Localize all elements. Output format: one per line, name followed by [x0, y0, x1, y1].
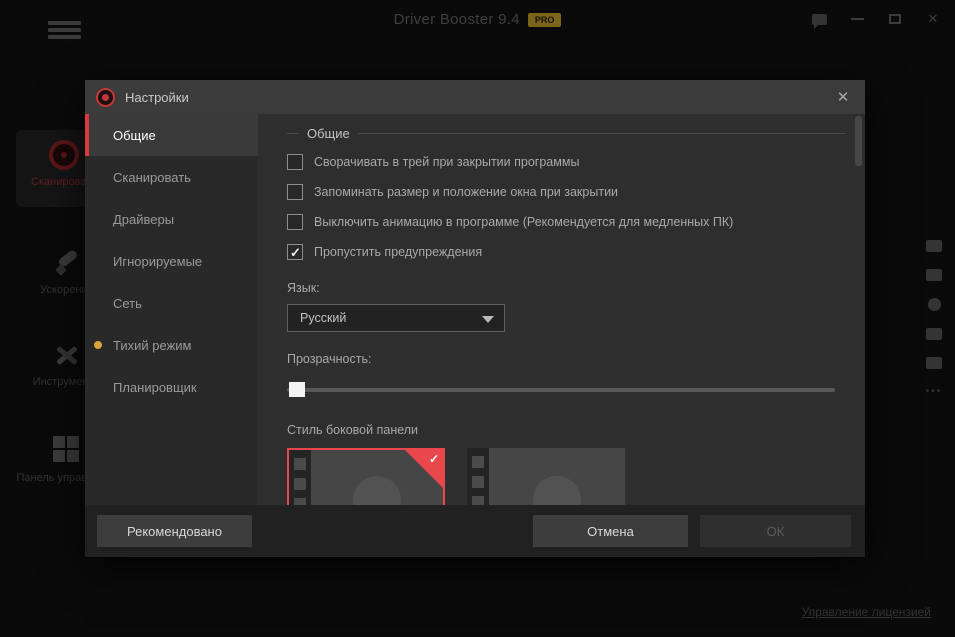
language-label: Язык:: [287, 281, 845, 295]
checkbox-box[interactable]: [287, 154, 303, 170]
ok-button[interactable]: ОК: [700, 515, 851, 547]
dialog-close-icon[interactable]: ✕: [831, 86, 855, 108]
section-header-general: Общие: [287, 126, 845, 141]
style-preview-main: [489, 448, 625, 505]
language-selected-value: Русский: [300, 311, 346, 325]
maximize-button[interactable]: [883, 8, 907, 30]
settings-content: Общие Сворачивать в трей при закрытии пр…: [258, 114, 865, 505]
checkbox-remember-window[interactable]: Запоминать размер и положение окна при з…: [287, 183, 845, 201]
tab-scheduler[interactable]: Планировщик: [85, 366, 258, 408]
panel-icon-1[interactable]: [926, 269, 942, 281]
checkbox-box[interactable]: [287, 214, 303, 230]
sidebar-style-option-2[interactable]: [467, 448, 625, 505]
settings-tab-list: Общие Сканировать Драйверы Игнорируемые …: [85, 114, 258, 505]
hamburger-menu-icon[interactable]: [48, 21, 81, 40]
main-titlebar: Driver Booster 9.4 PRO ✕: [0, 0, 955, 44]
close-window-button[interactable]: ✕: [921, 8, 945, 30]
tab-network[interactable]: Сеть: [85, 282, 258, 324]
dialog-header: Настройки ✕: [85, 80, 865, 114]
grid-icon: [53, 436, 81, 464]
sidebar-style-options: ✓: [287, 448, 845, 505]
tab-ignored[interactable]: Игнорируемые: [85, 240, 258, 282]
silent-mode-dot: [94, 341, 102, 349]
window-controls: ✕: [807, 8, 955, 30]
settings-gear-icon: [96, 88, 115, 107]
feedback-icon[interactable]: [807, 8, 831, 30]
checkbox-disable-animation[interactable]: Выключить анимацию в программе (Рекоменд…: [287, 213, 845, 231]
sidebar-style-label: Стиль боковой панели: [287, 423, 845, 437]
slider-thumb[interactable]: [289, 382, 305, 397]
panel-icon-2[interactable]: [928, 298, 941, 311]
content-scrollbar[interactable]: [855, 116, 862, 503]
minimize-button[interactable]: [845, 8, 869, 30]
transparency-slider[interactable]: [287, 382, 835, 397]
tab-drivers[interactable]: Драйверы: [85, 198, 258, 240]
check-icon: ✓: [429, 452, 439, 466]
panel-icon-3[interactable]: [926, 328, 942, 340]
checkbox-box[interactable]: [287, 184, 303, 200]
dialog-footer: Рекомендовано Отмена ОК: [85, 505, 865, 557]
section-title: Общие: [307, 126, 350, 141]
rocket-icon: [54, 250, 80, 276]
dialog-body: Общие Сканировать Драйверы Игнорируемые …: [85, 114, 865, 505]
pro-badge: PRO: [528, 13, 562, 27]
more-ellipsis-icon[interactable]: •••: [926, 386, 943, 397]
slider-track[interactable]: [287, 388, 835, 392]
scrollbar-thumb[interactable]: [855, 116, 862, 166]
right-toolbar: •••: [919, 240, 949, 397]
checkbox-skip-warnings[interactable]: Пропустить предупреждения: [287, 243, 845, 261]
feedback-bubble-icon[interactable]: [926, 240, 942, 252]
tools-icon: [54, 342, 80, 368]
sidebar-style-option-1[interactable]: ✓: [287, 448, 445, 505]
checkbox-box-checked[interactable]: [287, 244, 303, 260]
license-management-link[interactable]: Управление лицензией: [802, 605, 931, 619]
style-preview-sidebar: [467, 448, 489, 505]
cancel-button[interactable]: Отмена: [533, 515, 688, 547]
language-select[interactable]: Русский: [287, 304, 505, 332]
scan-icon: [49, 140, 79, 170]
tab-silent-mode[interactable]: Тихий режим: [85, 324, 258, 366]
checkbox-minimize-to-tray[interactable]: Сворачивать в трей при закрытии программ…: [287, 153, 845, 171]
settings-dialog: Настройки ✕ Общие Сканировать Драйверы И…: [85, 80, 865, 557]
chevron-down-icon: [482, 316, 494, 323]
transparency-label: Прозрачность:: [287, 352, 845, 366]
main-window-title: Driver Booster 9.4: [394, 11, 520, 28]
tab-general[interactable]: Общие: [85, 114, 258, 156]
recommended-button[interactable]: Рекомендовано: [97, 515, 252, 547]
style-preview-sidebar: [289, 450, 311, 505]
panel-icon-4[interactable]: [926, 357, 942, 369]
dialog-title: Настройки: [125, 90, 189, 105]
tab-scan[interactable]: Сканировать: [85, 156, 258, 198]
